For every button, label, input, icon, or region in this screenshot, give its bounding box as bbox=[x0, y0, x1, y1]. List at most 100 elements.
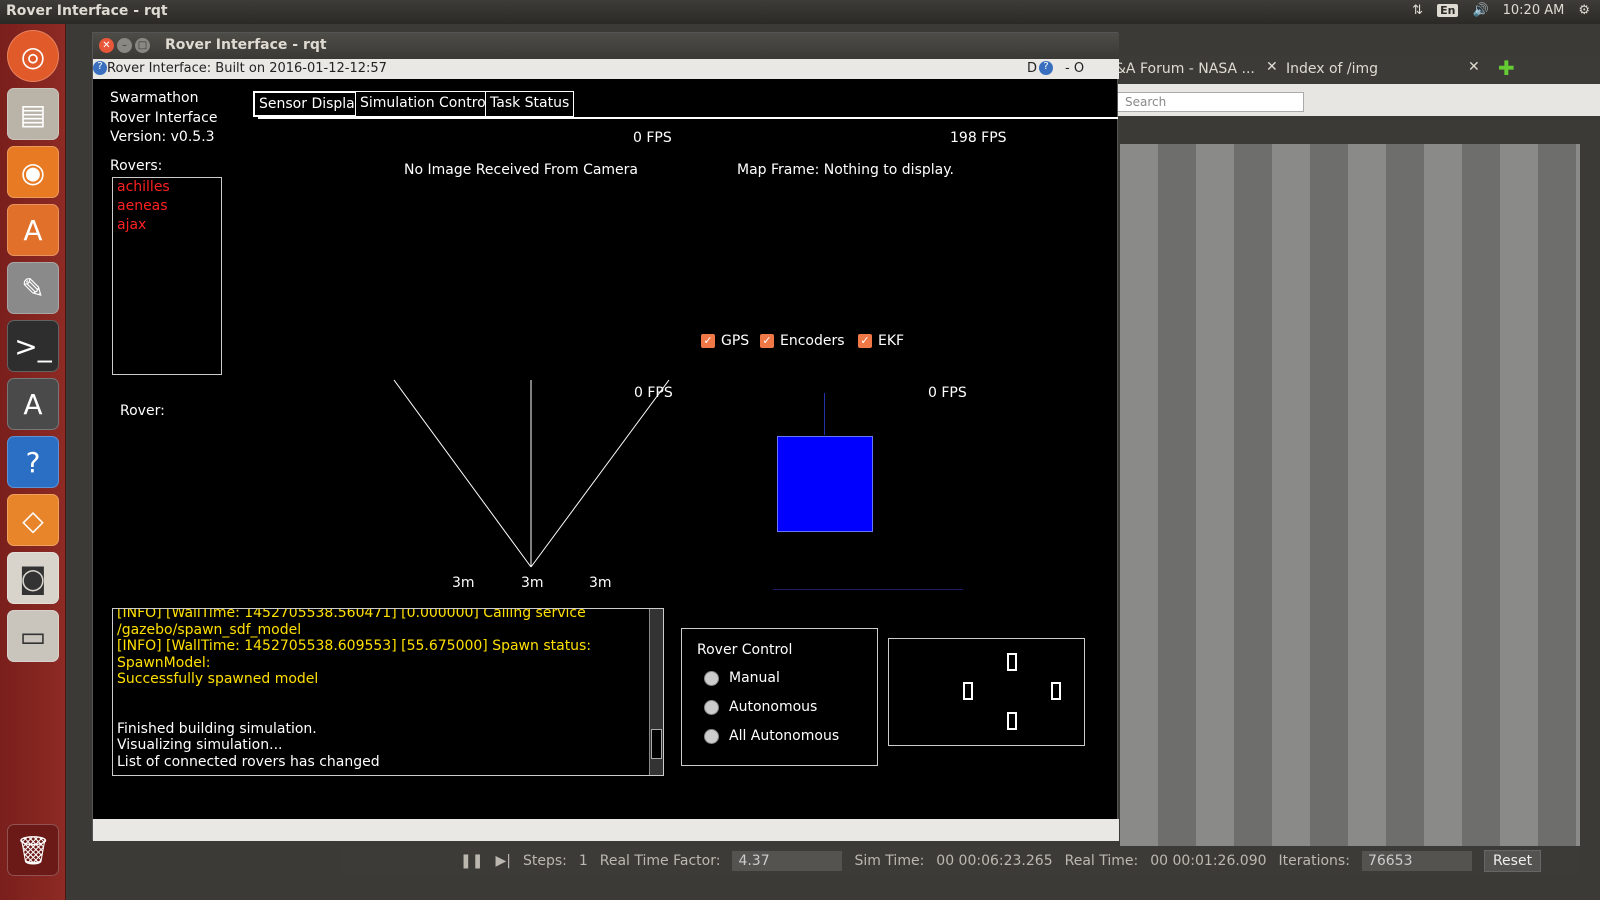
gazebo-statusbar: ❚❚ ▶| Steps: 1 Real Time Factor: 4.37 Si… bbox=[340, 846, 1580, 876]
close-icon[interactable]: ✕ bbox=[1266, 59, 1278, 75]
clock[interactable]: 10:20 AM bbox=[1503, 3, 1565, 18]
joystick-left-icon[interactable] bbox=[963, 682, 973, 700]
list-item[interactable]: achilles bbox=[113, 178, 221, 197]
tab-task-status[interactable]: Task Status bbox=[485, 91, 575, 117]
all-autonomous-label: All Autonomous bbox=[729, 728, 840, 744]
rover-list[interactable]: achilles aeneas ajax bbox=[112, 177, 222, 375]
iterations-value: 76653 bbox=[1361, 851, 1472, 871]
window-title: Rover Interface - rqt bbox=[165, 37, 327, 53]
list-item[interactable]: ajax bbox=[113, 216, 221, 235]
imu-cube bbox=[777, 436, 873, 532]
rtf-value: 4.37 bbox=[732, 851, 843, 871]
tab-simulation-control[interactable]: Simulation Control bbox=[355, 91, 495, 117]
map-fps: 198 FPS bbox=[950, 130, 1007, 146]
checkmark-icon: ✓ bbox=[701, 334, 715, 348]
scrollbar-thumb[interactable] bbox=[651, 729, 662, 759]
pause-icon[interactable]: ❚❚ bbox=[460, 853, 483, 869]
rover-interface-window: ✕ – □ Rover Interface - rqt ? Rover Inte… bbox=[92, 32, 1119, 841]
app-name: Swarmathon bbox=[110, 90, 199, 106]
steps-label: Steps: bbox=[522, 853, 567, 869]
log-output[interactable]: [INFO] [WallTime: 1452705538.560471] [0.… bbox=[112, 608, 664, 776]
software-updater-icon[interactable]: A bbox=[7, 378, 59, 430]
joystick-down-icon[interactable] bbox=[1007, 712, 1017, 730]
keyboard-indicator[interactable]: En bbox=[1437, 4, 1459, 17]
encoders-label: Encoders bbox=[780, 333, 845, 349]
gazebo-icon[interactable]: ◇ bbox=[7, 494, 59, 546]
autonomous-label: Autonomous bbox=[729, 699, 818, 715]
camera-icon[interactable]: ◙ bbox=[7, 552, 59, 604]
log-line: Finished building simulation. bbox=[117, 720, 317, 737]
browser-tab-index[interactable]: Index of /img bbox=[1286, 61, 1378, 77]
plugin-titlebar: ? Rover Interface: Built on 2016-01-12-1… bbox=[93, 59, 1119, 79]
real-time-value: 00 00:01:26.090 bbox=[1150, 853, 1267, 869]
tab-sensor-display[interactable]: Sensor Display bbox=[253, 91, 370, 117]
window-minimize-icon[interactable]: – bbox=[117, 38, 132, 53]
radio-icon bbox=[704, 728, 719, 744]
ekf-checkbox[interactable]: ✓ EKF bbox=[858, 333, 904, 349]
window-maximize-icon[interactable]: □ bbox=[135, 38, 150, 53]
top-panel: Rover Interface - rqt ⇅ En 🔊 10:20 AM ⚙ bbox=[0, 0, 1600, 24]
gps-label: GPS bbox=[721, 333, 750, 349]
network-icon[interactable]: ⇅ bbox=[1412, 3, 1423, 18]
dock-button[interactable]: D bbox=[1027, 61, 1037, 76]
volume-icon[interactable]: 🔊 bbox=[1472, 3, 1488, 18]
system-settings-icon[interactable]: ✎ bbox=[7, 262, 59, 314]
settings-gear-icon[interactable]: ⚙ bbox=[1578, 3, 1590, 18]
all-autonomous-radio[interactable]: All Autonomous bbox=[704, 728, 839, 744]
steps-value[interactable]: 1 bbox=[579, 853, 588, 869]
log-scrollbar[interactable] bbox=[649, 609, 663, 775]
camera-message: No Image Received From Camera bbox=[404, 162, 639, 178]
ubuntu-dash-icon[interactable]: ◎ bbox=[7, 30, 59, 82]
rover-label: Rover: bbox=[120, 403, 165, 419]
close-icon[interactable]: ✕ bbox=[1468, 59, 1480, 75]
app-subname: Rover Interface bbox=[110, 109, 218, 126]
tab-underline bbox=[258, 117, 1118, 119]
imu-fps: 0 FPS bbox=[928, 385, 967, 401]
real-time-label: Real Time: bbox=[1064, 853, 1139, 869]
joystick-pad[interactable] bbox=[888, 638, 1085, 746]
help-icon[interactable]: ? bbox=[93, 61, 107, 75]
log-line: [INFO] [WallTime: 1452705538.609553] [55… bbox=[117, 638, 592, 671]
disk-icon[interactable]: ▭ bbox=[7, 610, 59, 662]
system-tray: ⇅ En 🔊 10:20 AM ⚙ bbox=[1412, 3, 1590, 18]
window-titlebar[interactable]: ✕ – □ Rover Interface - rqt bbox=[93, 33, 1119, 59]
trash-icon[interactable]: 🗑 bbox=[7, 824, 59, 876]
plugin-title: Rover Interface: Built on 2016-01-12-12:… bbox=[107, 61, 387, 76]
browser-tab-qa[interactable]: Q&A Forum - NASA ... bbox=[1104, 61, 1255, 77]
autonomous-radio[interactable]: Autonomous bbox=[704, 699, 817, 715]
help-icon[interactable]: ? bbox=[1039, 61, 1053, 75]
log-line: Successfully spawned model bbox=[117, 671, 319, 687]
rovers-label: Rovers: bbox=[110, 158, 163, 174]
checkmark-icon: ✓ bbox=[858, 334, 872, 348]
browser-search-input[interactable]: Search bbox=[1104, 92, 1304, 112]
sonar-display bbox=[393, 379, 670, 568]
joystick-up-icon[interactable] bbox=[1007, 653, 1017, 671]
software-center-icon[interactable]: A bbox=[7, 204, 59, 256]
terminal-icon[interactable]: >_ bbox=[7, 320, 59, 372]
iterations-label: Iterations: bbox=[1278, 853, 1350, 869]
log-line: Visualizing simulation... bbox=[117, 737, 283, 753]
app-version: Version: v0.5.3 bbox=[110, 129, 215, 145]
minimize-close-buttons[interactable]: - O bbox=[1065, 61, 1084, 76]
manual-radio[interactable]: Manual bbox=[704, 670, 780, 686]
list-item[interactable]: aeneas bbox=[113, 197, 221, 216]
firefox-icon[interactable]: ◉ bbox=[7, 146, 59, 198]
encoders-checkbox[interactable]: ✓ Encoders bbox=[760, 333, 845, 349]
step-icon[interactable]: ▶| bbox=[495, 853, 510, 869]
help-icon[interactable]: ? bbox=[7, 436, 59, 488]
map-message: Map Frame: Nothing to display. bbox=[737, 162, 954, 178]
imu-axis-line bbox=[824, 393, 825, 435]
reset-button[interactable]: Reset bbox=[1483, 850, 1542, 872]
ekf-label: EKF bbox=[878, 333, 905, 349]
active-window-title: Rover Interface - rqt bbox=[6, 3, 168, 19]
radio-icon bbox=[704, 670, 719, 686]
sonar-left-range: 3m bbox=[452, 575, 475, 591]
sim-time-value: 00 00:06:23.265 bbox=[936, 853, 1053, 869]
files-icon[interactable]: ▤ bbox=[7, 88, 59, 140]
new-tab-icon[interactable]: ✚ bbox=[1498, 56, 1515, 80]
gps-checkbox[interactable]: ✓ GPS bbox=[701, 333, 749, 349]
gazebo-viewport[interactable] bbox=[1120, 144, 1580, 846]
joystick-right-icon[interactable] bbox=[1051, 682, 1061, 700]
window-close-icon[interactable]: ✕ bbox=[99, 38, 114, 53]
sonar-center-range: 3m bbox=[521, 575, 544, 591]
